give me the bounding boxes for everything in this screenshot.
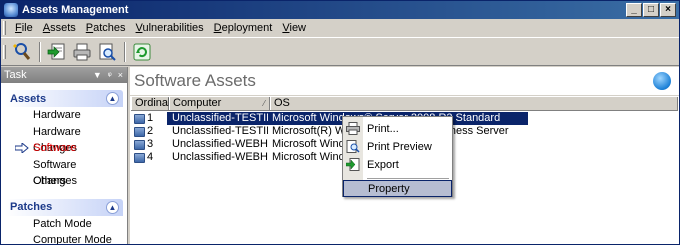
menu-view[interactable]: View — [277, 20, 311, 37]
computer-cell: Unclassified-WEBHO... — [172, 138, 268, 150]
print-icon — [346, 122, 360, 135]
toolbar-grip[interactable] — [3, 44, 6, 59]
print-preview-icon — [99, 43, 116, 61]
sort-icon: ⁄ — [263, 99, 265, 108]
computer-icon — [134, 139, 145, 150]
refresh-icon — [133, 43, 151, 60]
pin-icon[interactable]: ᵠ — [108, 70, 112, 80]
menubar-grip[interactable] — [3, 21, 6, 35]
computer-cell: Unclassified-TESTIN... — [167, 112, 268, 125]
print-preview-button[interactable] — [95, 40, 119, 64]
ordinal-cell: 2 — [131, 125, 167, 138]
column-header-ordinal[interactable]: Ordinal — [131, 97, 170, 110]
menu-deployment[interactable]: Deployment — [209, 20, 278, 37]
context-menu: Print... Print Preview Export Property — [342, 116, 453, 197]
computer-icon — [134, 126, 145, 137]
ordinal-value: 1 — [147, 112, 154, 124]
os-cell: Microsoft(R) Windows(R) Small Business S… — [272, 125, 509, 137]
menu-patches[interactable]: Patches — [81, 20, 131, 37]
assets-section: Assets ▲ Hardware Hardware Changes Softw… — [5, 90, 123, 190]
toolbar-separator — [39, 41, 41, 62]
wizard-button[interactable] — [10, 40, 34, 64]
menu-item-label: Print... — [367, 122, 399, 135]
app-icon — [4, 3, 18, 17]
task-item-others[interactable]: Others — [5, 173, 123, 190]
context-menu-print[interactable]: Print... — [343, 120, 452, 137]
toolbar-separator — [124, 41, 126, 62]
task-item-patch-mode[interactable]: Patch Mode — [5, 216, 123, 233]
task-pane-header: Task ▼ ᵠ × — [1, 67, 127, 83]
refresh-button[interactable] — [130, 40, 154, 64]
section-title: Assets — [10, 92, 47, 105]
context-menu-export[interactable]: Export — [343, 156, 452, 173]
context-menu-property[interactable]: Property — [343, 180, 452, 197]
assets-section-header[interactable]: Assets ▲ — [5, 90, 123, 107]
task-item-label: Software — [33, 142, 77, 154]
window-controls: _ □ × — [626, 3, 676, 17]
menu-bar: File Assets Patches Vulnerabilities Depl… — [1, 19, 679, 38]
table-header: Ordinal Computer ⁄ OS — [131, 97, 678, 111]
ordinal-value: 4 — [147, 151, 154, 163]
task-item-software[interactable]: Software — [5, 140, 123, 157]
task-pane-controls: ▼ ᵠ × — [93, 70, 127, 80]
computer-cell: Unclassified-TESTING2 — [172, 125, 268, 137]
patches-section-header[interactable]: Patches ▲ — [5, 198, 123, 216]
export-icon — [346, 158, 360, 171]
ordinal-value: 3 — [147, 138, 154, 150]
menu-item-label: Property — [368, 182, 410, 195]
maximize-button[interactable]: □ — [643, 3, 659, 17]
wizard-icon — [13, 42, 31, 60]
ordinal-cell: 1 — [131, 112, 167, 125]
ordinal-value: 2 — [147, 125, 154, 137]
column-header-os[interactable]: OS — [270, 97, 678, 110]
toolbar — [1, 38, 679, 66]
ordinal-cell: 4 — [131, 151, 167, 164]
task-item-software-changes[interactable]: Software Changes — [5, 157, 123, 188]
section-title: Patches — [10, 201, 53, 213]
close-icon[interactable]: × — [118, 70, 123, 80]
page-title: Software Assets — [134, 71, 256, 90]
computer-icon — [134, 152, 145, 163]
title-bar: Assets Management _ □ × — [1, 1, 679, 19]
print-icon — [73, 43, 91, 60]
context-menu-print-preview[interactable]: Print Preview — [343, 138, 452, 155]
column-header-label: Computer — [173, 97, 222, 109]
task-item-hardware-changes[interactable]: Hardware Changes — [5, 124, 123, 155]
collapse-chevron-icon[interactable]: ▲ — [106, 92, 119, 105]
collapse-chevron-icon[interactable]: ▲ — [106, 200, 119, 214]
close-button[interactable]: × — [660, 3, 676, 17]
menu-item-label: Print Preview — [367, 140, 432, 153]
window-title: Assets Management — [22, 4, 129, 16]
patches-section: Patches ▲ Patch Mode Computer Mode — [5, 198, 123, 244]
menu-vulnerabilities[interactable]: Vulnerabilities — [131, 20, 209, 37]
menu-item-label: Export — [367, 158, 399, 171]
print-preview-icon — [346, 140, 360, 153]
task-pane-title: Task — [4, 69, 27, 81]
context-menu-separator — [367, 178, 449, 179]
app-window: Assets Management _ □ × File Assets Patc… — [0, 0, 680, 245]
task-pane: Task ▼ ᵠ × Assets ▲ Hardware Hardware Ch… — [1, 67, 128, 244]
ordinal-cell: 3 — [131, 138, 167, 151]
menu-file[interactable]: File — [10, 20, 38, 37]
print-button[interactable] — [70, 40, 94, 64]
page-title-bar: Software Assets — [130, 67, 679, 96]
task-item-computer-mode[interactable]: Computer Mode — [5, 232, 123, 244]
column-header-computer[interactable]: Computer ⁄ — [169, 97, 270, 110]
dropdown-icon[interactable]: ▼ — [93, 70, 102, 80]
computer-cell: Unclassified-WEBHO... — [172, 151, 268, 163]
computer-icon — [134, 113, 145, 124]
search-icon[interactable] — [653, 72, 671, 90]
current-arrow-icon — [15, 143, 29, 153]
import-button[interactable] — [45, 40, 69, 64]
menu-assets[interactable]: Assets — [38, 20, 81, 37]
task-item-hardware[interactable]: Hardware — [5, 107, 123, 124]
minimize-button[interactable]: _ — [626, 3, 642, 17]
import-icon — [47, 43, 65, 59]
